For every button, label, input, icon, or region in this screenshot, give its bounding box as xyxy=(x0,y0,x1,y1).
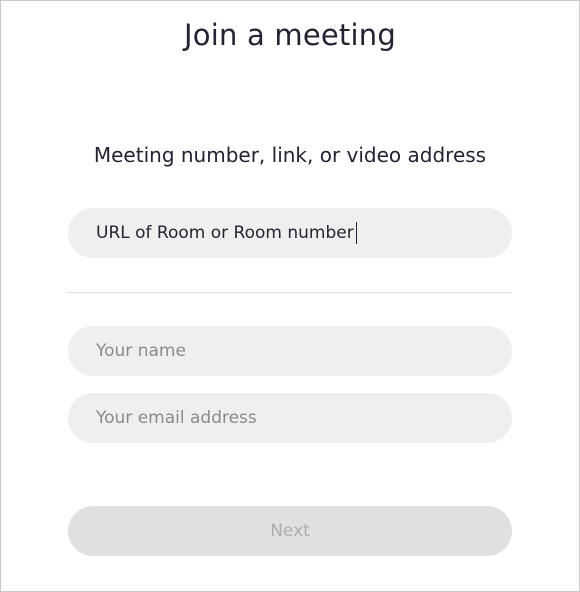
email-placeholder: Your email address xyxy=(96,408,257,428)
name-input[interactable]: Your name xyxy=(68,326,512,376)
email-input[interactable]: Your email address xyxy=(68,393,512,443)
divider xyxy=(68,292,512,293)
next-button-label: Next xyxy=(270,521,310,541)
page-title: Join a meeting xyxy=(184,18,396,52)
meeting-address-label: Meeting number, link, or video address xyxy=(93,143,487,167)
meeting-address-value: URL of Room or Room number xyxy=(96,223,354,243)
next-button[interactable]: Next xyxy=(68,506,512,556)
text-cursor xyxy=(355,222,357,244)
name-placeholder: Your name xyxy=(96,341,186,361)
join-meeting-dialog: Join a meeting Meeting number, link, or … xyxy=(0,0,580,592)
meeting-address-input[interactable]: URL of Room or Room number xyxy=(68,208,512,258)
